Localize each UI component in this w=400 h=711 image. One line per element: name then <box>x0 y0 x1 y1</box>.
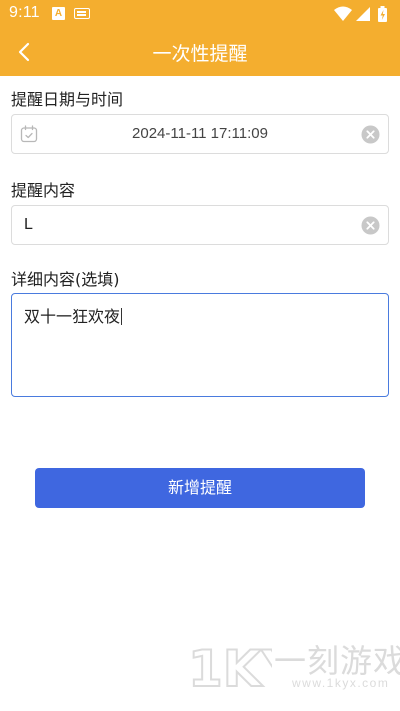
screen: 9:11 A 一次性提醒 提醒日期与时间 2024-11-11 17:11:09… <box>0 0 400 711</box>
datetime-label: 提醒日期与时间 <box>11 90 124 109</box>
wifi-icon <box>334 6 352 21</box>
battery-charging-icon <box>378 6 387 22</box>
datetime-field[interactable]: 2024-11-11 17:11:09 <box>11 114 389 154</box>
detail-label: 详细内容(选填) <box>11 270 120 289</box>
status-bar: 9:11 A <box>0 0 400 28</box>
a-notification-icon: A <box>52 7 65 20</box>
clear-content-button[interactable] <box>361 216 380 235</box>
detail-value: 双十一狂欢夜 <box>24 303 123 327</box>
clear-datetime-button[interactable] <box>361 125 380 144</box>
detail-textarea[interactable]: 双十一狂欢夜 <box>11 293 389 397</box>
content-value: L <box>24 216 33 233</box>
watermark-url: www.1kyx.com <box>292 676 390 690</box>
add-reminder-button[interactable]: 新增提醒 <box>35 468 365 508</box>
keyboard-icon <box>74 8 90 19</box>
text-cursor <box>121 308 123 325</box>
watermark-logo-text: 1KY <box>188 640 272 692</box>
datetime-value: 2024-11-11 17:11:09 <box>132 125 268 142</box>
content-label: 提醒内容 <box>11 181 76 200</box>
page-title: 一次性提醒 <box>152 43 248 65</box>
status-icons <box>334 5 392 23</box>
status-time: 9:11 <box>9 4 40 21</box>
app-bar: 一次性提醒 <box>0 28 400 76</box>
detail-text: 双十一狂欢夜 <box>24 307 121 326</box>
watermark: 1KY 一刻游戏网 www.1kyx.com <box>188 632 400 692</box>
signal-icon <box>356 7 370 21</box>
watermark-logo: 1KY <box>188 640 272 692</box>
content-input[interactable]: L <box>11 205 389 245</box>
